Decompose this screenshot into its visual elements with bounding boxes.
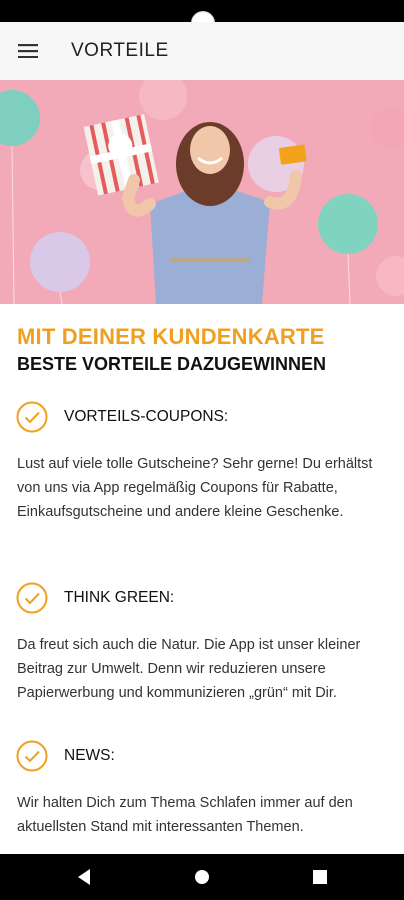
system-nav-bar [0,854,404,900]
home-icon[interactable] [172,854,232,900]
customer-card-icon [279,144,307,165]
section-text-news: Wir halten Dich zum Thema Schlafen immer… [17,795,353,835]
section-title-think-green: THINK GREEN: [64,589,175,606]
content-area: MIT DEINER KUNDENKARTE BESTE VORTEILE DA… [0,304,404,854]
section-text-think-green: Da freut sich auch die Natur. Die App is… [17,637,361,701]
check-circle-icon [16,401,48,433]
section-title-coupons: VORTEILS-COUPONS: [64,408,229,425]
check-circle-icon [16,582,48,614]
subheadline: BESTE VORTEILE DAZUGEWINNEN [17,354,327,374]
headline: MIT DEINER KUNDENKARTE [17,324,325,349]
hamburger-menu-icon[interactable] [0,22,56,80]
check-circle-icon [16,740,48,772]
app-bar: VORTEILE [0,22,404,80]
back-icon[interactable] [54,854,114,900]
section-text-coupons: Lust auf viele tolle Gutscheine? Sehr ge… [17,456,373,520]
hero-image [0,80,404,304]
page-title: VORTEILE [71,40,169,61]
recents-icon[interactable] [290,854,350,900]
section-title-news: NEWS: [64,747,115,764]
